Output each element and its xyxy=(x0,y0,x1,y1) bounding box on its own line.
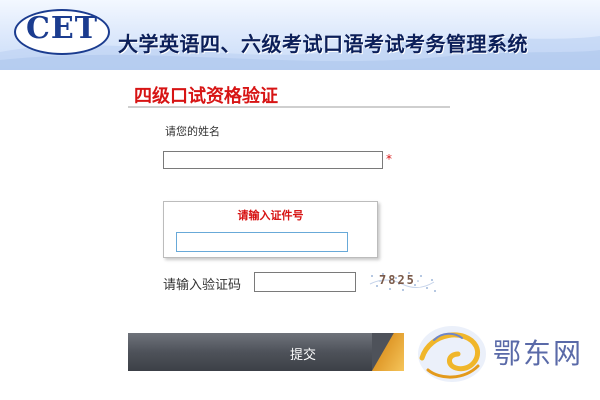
yellow-dragon-swirl-icon xyxy=(418,326,486,382)
id-card-panel: 请输入证件号 xyxy=(163,201,378,258)
page-title: 四级口试资格验证 xyxy=(134,86,278,107)
captcha-input[interactable] xyxy=(254,272,356,292)
name-input[interactable] xyxy=(163,151,383,169)
id-card-input[interactable] xyxy=(176,232,348,252)
captcha-code-text: 7825 xyxy=(379,273,416,287)
captcha-label: 请输入验证码 xyxy=(163,278,242,293)
title-divider xyxy=(128,106,450,108)
id-card-prompt: 请输入证件号 xyxy=(237,209,304,222)
required-marker: * xyxy=(386,152,392,166)
cet-logo: CET xyxy=(14,9,110,55)
cet-logo-text: CET xyxy=(25,11,99,46)
name-field-label: 请您的姓名 xyxy=(165,125,220,138)
submit-button-accent xyxy=(372,333,404,371)
header-banner: CET 大学英语四、六级考试口语考试考务管理系统 xyxy=(0,0,600,70)
system-title: 大学英语四、六级考试口语考试考务管理系统 xyxy=(118,32,528,56)
submit-button[interactable]: 提交 xyxy=(128,333,404,371)
watermark-site-name: 鄂东网 xyxy=(493,337,584,370)
